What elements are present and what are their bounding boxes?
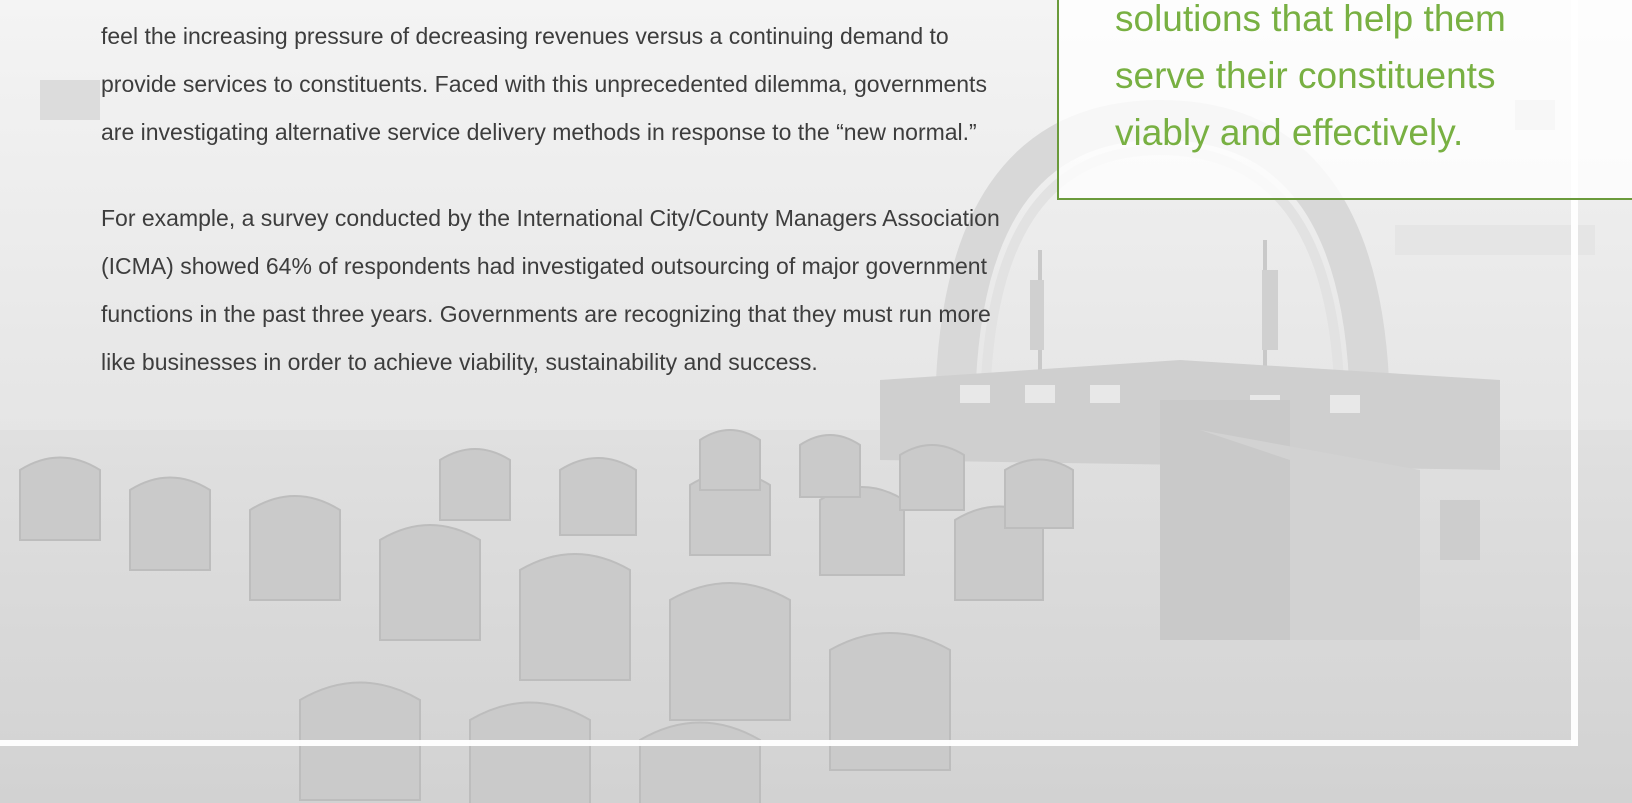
- body-paragraph-1: feel the increasing pressure of decreasi…: [101, 23, 987, 145]
- frame-horizontal-rule: [0, 740, 1578, 746]
- body-copy: feel the increasing pressure of decreasi…: [101, 12, 1021, 424]
- pull-quote-line-3: viably and effectively.: [1115, 112, 1464, 153]
- pull-quote-text: solutions that help them serve their con…: [1115, 0, 1632, 161]
- pull-quote-callout: solutions that help them serve their con…: [1057, 0, 1632, 200]
- pull-quote-line-2: serve their constituents: [1115, 55, 1496, 96]
- document-page: feel the increasing pressure of decreasi…: [0, 0, 1632, 803]
- pull-quote-line-1: solutions that help them: [1115, 0, 1506, 39]
- body-paragraph-2: For example, a survey conducted by the I…: [101, 205, 1000, 375]
